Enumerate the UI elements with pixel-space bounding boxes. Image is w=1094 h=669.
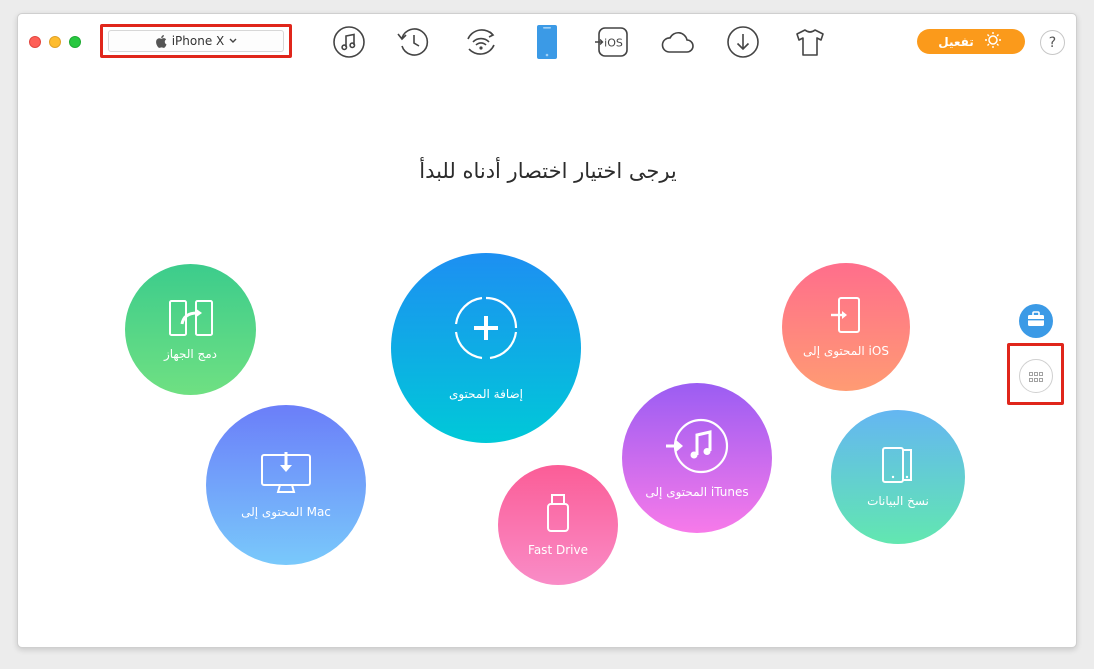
backup-device-icon xyxy=(881,446,915,484)
merge-device-shortcut[interactable]: دمج الجهاز xyxy=(125,264,256,395)
close-window-button[interactable] xyxy=(29,36,41,48)
shirt-icon[interactable] xyxy=(792,25,828,59)
grid-icon xyxy=(1029,367,1043,386)
device-icon[interactable] xyxy=(529,25,565,59)
history-icon[interactable] xyxy=(395,25,431,59)
zoom-window-button[interactable] xyxy=(69,36,81,48)
shortcut-label: المحتوى إلى Mac xyxy=(241,505,331,519)
monitor-download-icon xyxy=(260,451,312,495)
ios-icon[interactable]: iOS xyxy=(594,25,630,59)
page-title: يرجى اختيار اختصار أدناه للبدأ xyxy=(419,159,677,183)
device-selector-highlight: iPhone X xyxy=(100,24,292,58)
shortcut-label: دمج الجهاز xyxy=(163,346,218,361)
help-button[interactable]: ? xyxy=(1040,30,1065,55)
backup-data-shortcut[interactable]: نسخ البيانات xyxy=(831,410,965,544)
toolbox-icon xyxy=(1027,311,1045,331)
shortcut-label: إضافة المحتوى xyxy=(448,387,524,401)
help-label: ? xyxy=(1048,34,1057,51)
shortcut-label: نسخ البيانات xyxy=(867,494,929,508)
music-icon[interactable] xyxy=(331,25,367,59)
wifi-sync-icon[interactable] xyxy=(463,25,499,59)
shortcut-label: المحتوى إلى iOS xyxy=(803,344,889,358)
shortcut-label: Fast Drive xyxy=(528,543,588,557)
add-icon xyxy=(453,295,519,361)
toolkit-button[interactable] xyxy=(1019,304,1053,338)
apple-icon xyxy=(155,34,167,48)
add-content-shortcut[interactable]: إضافة المحتوى xyxy=(391,253,581,443)
merge-device-icon xyxy=(167,299,215,337)
fast-drive-shortcut[interactable]: Fast Drive xyxy=(498,465,618,585)
more-tools-highlight xyxy=(1007,343,1064,405)
usb-drive-icon xyxy=(545,493,571,533)
itunes-icon xyxy=(664,417,730,475)
activate-button[interactable]: تفعيل xyxy=(917,29,1025,54)
content-to-itunes-shortcut[interactable]: المحتوى إلى iTunes xyxy=(622,383,772,533)
content-to-ios-shortcut[interactable]: المحتوى إلى iOS xyxy=(782,263,910,391)
device-selector[interactable]: iPhone X xyxy=(108,30,284,52)
content-to-mac-shortcut[interactable]: المحتوى إلى Mac xyxy=(206,405,366,565)
more-tools-button[interactable] xyxy=(1019,359,1053,393)
cloud-icon[interactable] xyxy=(660,25,696,59)
download-icon[interactable] xyxy=(725,25,761,59)
chevron-down-icon xyxy=(229,38,237,44)
device-name: iPhone X xyxy=(171,34,225,48)
phone-import-icon xyxy=(829,296,863,334)
key-icon xyxy=(982,31,1004,52)
minimize-window-button[interactable] xyxy=(49,36,61,48)
shortcut-label: المحتوى إلى iTunes xyxy=(645,485,749,499)
app-window: iPhone X iOS تفعيل ? يرجى اختيار اختصار … xyxy=(17,13,1077,648)
activate-label: تفعيل xyxy=(938,34,974,49)
svg-text:iOS: iOS xyxy=(604,37,623,50)
